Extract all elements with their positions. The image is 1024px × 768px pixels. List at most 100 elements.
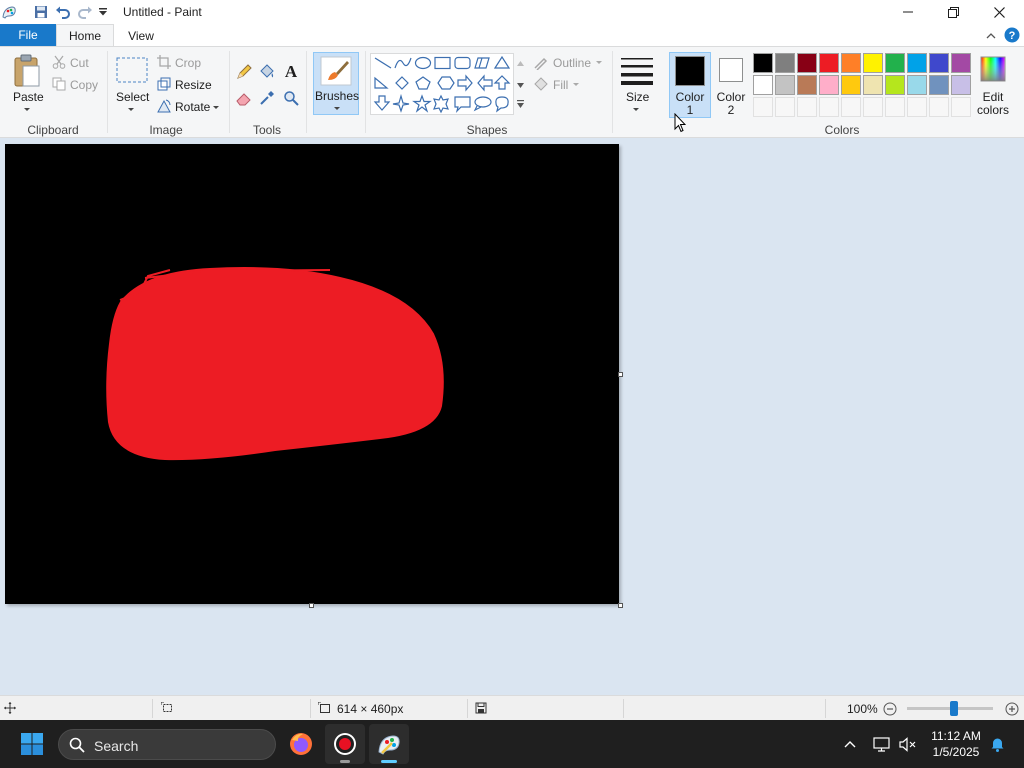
palette-custom-slot[interactable] [907, 97, 927, 117]
minimize-ribbon-icon[interactable] [984, 27, 998, 43]
shapes-scroll-down-icon[interactable] [515, 81, 525, 89]
palette-custom-slot[interactable] [863, 97, 883, 117]
redo-icon[interactable] [76, 3, 94, 21]
system-clock[interactable]: 11:12 AM 1/5/2025 [924, 728, 988, 760]
brushes-button[interactable]: Brushes [313, 52, 359, 115]
shapes-gallery[interactable] [370, 53, 514, 115]
tab-file[interactable]: File [0, 24, 56, 46]
palette-swatch[interactable] [753, 53, 773, 73]
palette-custom-slot[interactable] [951, 97, 971, 117]
fill-dropdown-icon[interactable] [573, 83, 579, 86]
palette-custom-slot[interactable] [929, 97, 949, 117]
color-picker-icon[interactable] [258, 89, 276, 107]
volume-muted-icon[interactable] [898, 735, 916, 753]
palette-custom-slot[interactable] [819, 97, 839, 117]
workspace[interactable] [0, 113, 1024, 695]
select-button[interactable]: Select [116, 90, 149, 104]
palette-swatch[interactable] [819, 75, 839, 95]
help-icon[interactable]: ? [1004, 27, 1020, 43]
paint-app-icon[interactable] [0, 3, 18, 21]
zoom-slider-thumb[interactable] [950, 701, 958, 716]
crop-button[interactable]: Crop [175, 56, 201, 70]
rotate-button[interactable]: Rotate [175, 100, 210, 114]
taskbar-firefox[interactable] [281, 724, 321, 764]
canvas-resize-handle-bottom[interactable] [309, 603, 314, 608]
taskbar-paint[interactable] [369, 724, 409, 764]
shape-hexagon-icon [437, 76, 455, 90]
palette-swatch[interactable] [841, 53, 861, 73]
shapes-expand-icon[interactable] [515, 99, 525, 109]
network-icon[interactable] [872, 735, 890, 753]
copy-button[interactable]: Copy [70, 78, 98, 92]
restore-button[interactable] [930, 0, 976, 24]
magnifier-icon[interactable] [282, 89, 300, 107]
paste-icon[interactable] [10, 53, 44, 89]
palette-swatch[interactable] [797, 53, 817, 73]
size-icon[interactable] [619, 54, 655, 86]
pencil-icon[interactable] [235, 63, 253, 81]
text-icon[interactable]: A [282, 61, 300, 81]
palette-swatch[interactable] [885, 75, 905, 95]
palette-swatch[interactable] [753, 75, 773, 95]
eraser-icon[interactable] [235, 89, 253, 107]
palette-swatch[interactable] [929, 53, 949, 73]
palette-custom-slot[interactable] [885, 97, 905, 117]
zoom-in-button[interactable] [1004, 701, 1020, 717]
close-button[interactable] [976, 0, 1022, 24]
notification-bell-icon[interactable] [988, 735, 1006, 753]
zoom-out-button[interactable] [882, 701, 898, 717]
size-button[interactable]: Size [626, 90, 649, 104]
size-dropdown-icon[interactable] [633, 108, 639, 111]
palette-swatch[interactable] [775, 53, 795, 73]
shape-down-arrow-icon [373, 95, 391, 111]
outline-button[interactable]: Outline [553, 56, 591, 70]
canvas-resize-handle-right[interactable] [618, 372, 623, 377]
color1-button[interactable]: Color 1 [669, 52, 711, 118]
palette-swatch[interactable] [929, 75, 949, 95]
resize-icon [157, 77, 171, 91]
search-icon [69, 737, 85, 753]
palette-custom-slot[interactable] [797, 97, 817, 117]
drawing-canvas[interactable] [5, 144, 619, 604]
crop-icon [157, 55, 171, 69]
palette-swatch[interactable] [797, 75, 817, 95]
undo-icon[interactable] [54, 3, 72, 21]
tab-view[interactable]: View [116, 24, 166, 47]
outline-dropdown-icon[interactable] [596, 61, 602, 64]
paste-button[interactable]: Paste [13, 90, 44, 104]
fill-button[interactable]: Fill [553, 78, 568, 92]
palette-custom-slot[interactable] [753, 97, 773, 117]
zoom-slider[interactable] [907, 701, 993, 716]
palette-swatch[interactable] [907, 53, 927, 73]
palette-swatch[interactable] [819, 53, 839, 73]
palette-swatch[interactable] [863, 75, 883, 95]
status-divider [623, 699, 624, 718]
palette-swatch[interactable] [907, 75, 927, 95]
palette-swatch[interactable] [775, 75, 795, 95]
canvas-resize-handle-corner[interactable] [618, 603, 623, 608]
color1-label: Color [675, 90, 705, 104]
customize-quick-access-icon[interactable] [96, 3, 110, 21]
palette-swatch[interactable] [863, 53, 883, 73]
select-icon[interactable] [116, 56, 148, 84]
save-icon[interactable] [32, 3, 50, 21]
show-hidden-icons-icon[interactable] [842, 736, 858, 752]
start-button[interactable] [12, 724, 52, 764]
palette-custom-slot[interactable] [775, 97, 795, 117]
rotate-dropdown-icon[interactable] [213, 106, 219, 109]
palette-swatch[interactable] [885, 53, 905, 73]
minimize-button[interactable] [885, 0, 931, 24]
resize-button[interactable]: Resize [175, 78, 212, 92]
taskbar-search[interactable]: Search [58, 729, 276, 760]
tab-home[interactable]: Home [56, 24, 114, 47]
palette-custom-slot[interactable] [841, 97, 861, 117]
palette-swatch[interactable] [841, 75, 861, 95]
shapes-scroll-up-icon[interactable] [515, 59, 525, 67]
select-dropdown-icon[interactable] [128, 108, 134, 111]
paste-dropdown-icon[interactable] [24, 108, 30, 111]
palette-swatch[interactable] [951, 53, 971, 73]
taskbar-recorder[interactable] [325, 724, 365, 764]
palette-swatch[interactable] [951, 75, 971, 95]
fill-bucket-icon[interactable] [258, 63, 276, 81]
cut-button[interactable]: Cut [70, 56, 89, 70]
